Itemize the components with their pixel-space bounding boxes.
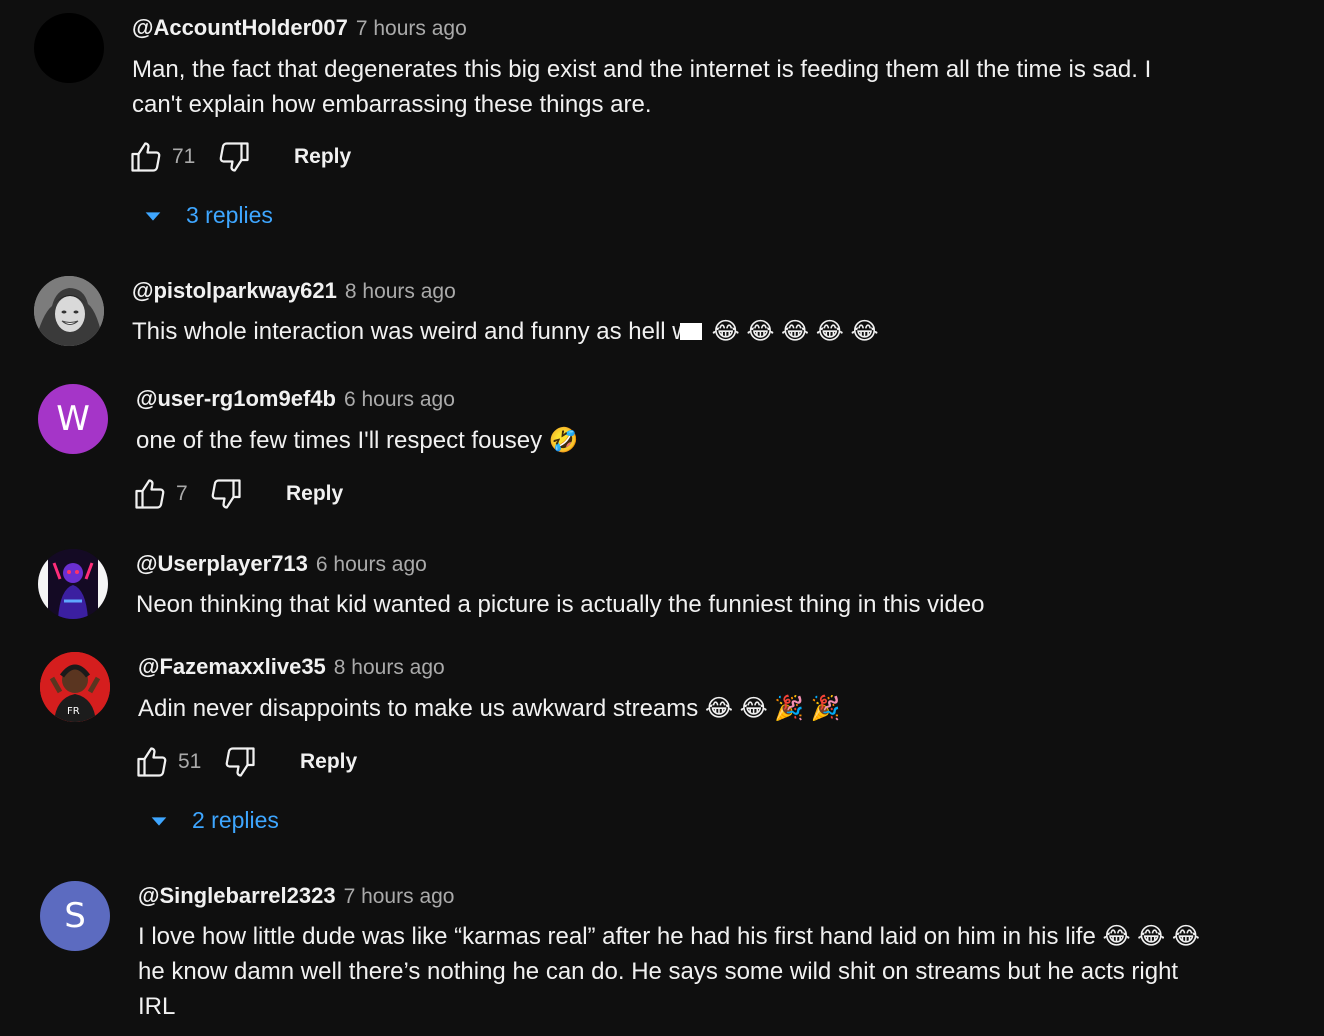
comment-text: Man, the fact that degenerates this big … [132,56,1152,118]
comment-actions: 7 Reply [132,474,343,514]
comment-text: Neon thinking that kid wanted a picture … [136,591,985,618]
author-name[interactable]: @Singlebarrel2323 [138,883,336,908]
thumbs-up-icon[interactable] [132,476,168,512]
avatar[interactable]: FR [40,652,110,722]
comment-text-body: I love how little dude was like “karmas … [138,923,1096,950]
thumbs-down-icon[interactable] [208,476,244,512]
caret-down-icon [151,816,167,826]
like-count: 51 [178,750,202,773]
emoji-row: 😂 😂 😂 [1102,923,1200,950]
comment-header: @AccountHolder007 7 hours ago [132,14,467,43]
comment-header: @Userplayer713 6 hours ago [136,550,427,579]
author-name[interactable]: @Fazemaxxlive35 [138,654,326,679]
like-count: 7 [176,482,188,505]
avatar-letter: W [56,399,90,439]
author-name[interactable]: @pistolparkway621 [132,278,337,303]
thumbs-up-icon[interactable] [134,744,170,780]
avatar[interactable]: W [38,384,108,454]
svg-text:FR: FR [67,706,80,717]
caret-down-icon [145,211,161,221]
comment-text-body: one of the few times I'll respect fousey [136,427,543,454]
reply-button[interactable]: Reply [300,750,357,774]
like-count: 71 [172,145,196,168]
avatar[interactable] [34,13,104,83]
author-name[interactable]: @Userplayer713 [136,551,308,576]
comment-actions: 71 Reply [128,137,351,177]
comment-timestamp[interactable]: 6 hours ago [344,388,455,411]
author-name[interactable]: @user-rg1om9ef4b [136,386,336,411]
thumbs-down-icon[interactable] [222,744,258,780]
replies-label: 3 replies [186,202,273,228]
comment-timestamp[interactable]: 7 hours ago [344,885,455,908]
comment-timestamp[interactable]: 7 hours ago [356,17,467,40]
comment-header: @Fazemaxxlive35 8 hours ago [138,653,445,682]
emoji-row: 😂 😂 🎉 🎉 [704,695,841,722]
comment-header: @Singlebarrel2323 7 hours ago [138,882,454,911]
redaction-block [679,323,702,340]
comment-text: This whole interaction was weird and fun… [132,314,879,349]
comment-text-continued: he know damn well there’s nothing he can… [138,958,1179,1020]
comment-timestamp[interactable]: 6 hours ago [316,553,427,576]
emoji-row: 🤣 [548,427,579,454]
comment-text-body: Adin never disappoints to make us awkwar… [138,695,699,722]
comment-timestamp[interactable]: 8 hours ago [345,280,456,303]
comment-timestamp[interactable]: 8 hours ago [334,656,445,679]
comment-header: @pistolparkway621 8 hours ago [132,277,456,306]
comment-header: @user-rg1om9ef4b 6 hours ago [136,385,455,414]
comment-text: I love how little dude was like “karmas … [138,919,1258,1024]
view-replies-button[interactable]: 2 replies [148,807,279,834]
avatar[interactable] [38,549,108,619]
thumbs-up-icon[interactable] [128,139,164,175]
comment-text: one of the few times I'll respect fousey… [136,423,579,458]
avatar-letter: S [64,896,86,936]
avatar[interactable]: S [40,881,110,951]
comment-actions: 51 Reply [134,742,357,782]
comment-text: Adin never disappoints to make us awkwar… [138,691,841,726]
reply-button[interactable]: Reply [286,482,343,506]
author-name[interactable]: @AccountHolder007 [132,15,348,40]
view-replies-button[interactable]: 3 replies [142,202,273,229]
emoji-row: 😂 😂 😂 😂 😂 [711,318,879,345]
avatar[interactable] [34,276,104,346]
thumbs-down-icon[interactable] [216,139,252,175]
replies-label: 2 replies [192,807,279,833]
reply-button[interactable]: Reply [294,145,351,169]
comment-text-body: This whole interaction was weird and fun… [132,318,690,345]
